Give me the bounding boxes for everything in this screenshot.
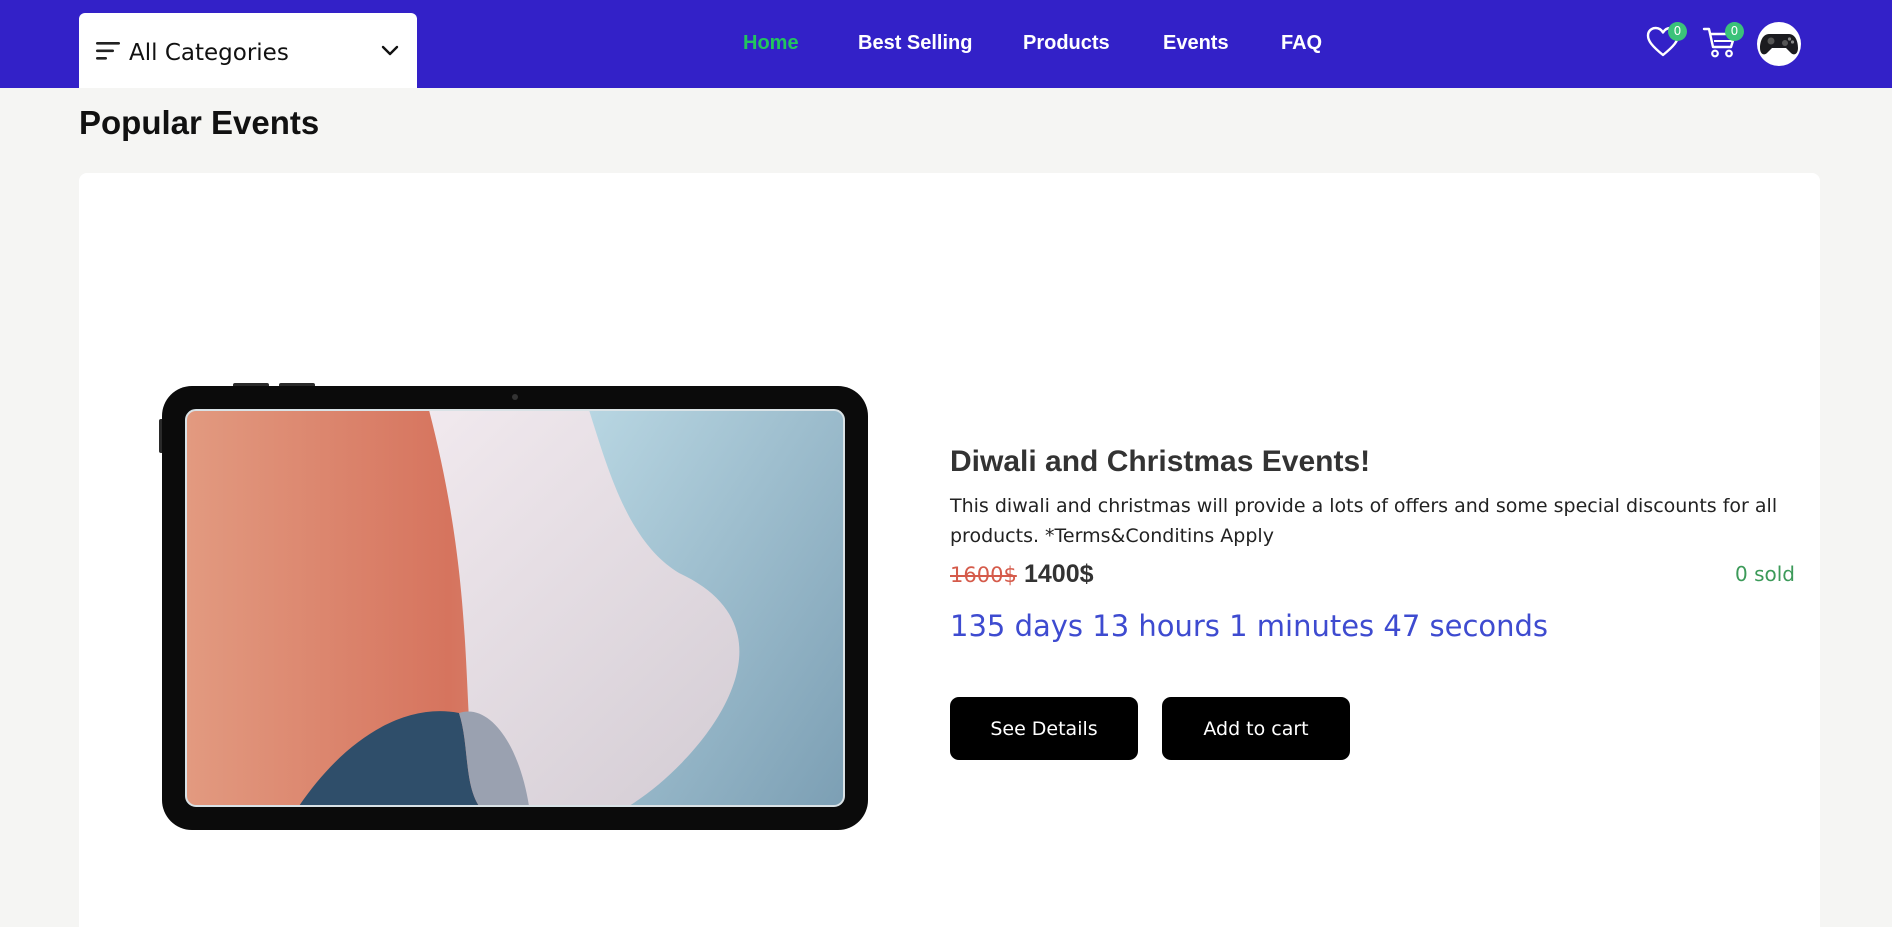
cart-count-badge: 0 xyxy=(1725,22,1744,41)
original-price: 1600$ xyxy=(950,563,1017,587)
nav-events[interactable]: Events xyxy=(1163,32,1229,55)
wishlist-count-badge: 0 xyxy=(1668,22,1687,41)
avatar[interactable] xyxy=(1757,22,1801,66)
nav-faq[interactable]: FAQ xyxy=(1281,32,1322,55)
wishlist-button[interactable]: 0 xyxy=(1643,22,1687,64)
event-description: This diwali and christmas will provide a… xyxy=(950,495,1778,547)
event-title: Diwali and Christmas Events! xyxy=(950,445,1371,478)
discount-price: 1400$ xyxy=(1024,560,1094,588)
sold-count: 0 sold xyxy=(1735,562,1795,586)
gamepad-icon xyxy=(1760,34,1798,55)
see-details-button[interactable]: See Details xyxy=(950,697,1138,760)
add-to-cart-button[interactable]: Add to cart xyxy=(1162,697,1350,760)
nav-products[interactable]: Products xyxy=(1023,32,1110,55)
nav-best-selling[interactable]: Best Selling xyxy=(858,32,972,55)
event-countdown: 135 days 13 hours 1 minutes 47 seconds xyxy=(950,609,1549,643)
cart-button[interactable]: 0 xyxy=(1700,22,1744,64)
top-navbar: All Categories Home Best Selling Product… xyxy=(0,0,1892,88)
product-image xyxy=(159,383,871,833)
event-card: Diwali and Christmas Events! This diwali… xyxy=(79,173,1820,927)
nav-home[interactable]: Home xyxy=(743,32,799,55)
main-nav: Home Best Selling Products Events FAQ xyxy=(0,0,1892,88)
page-title: Popular Events xyxy=(79,104,320,141)
